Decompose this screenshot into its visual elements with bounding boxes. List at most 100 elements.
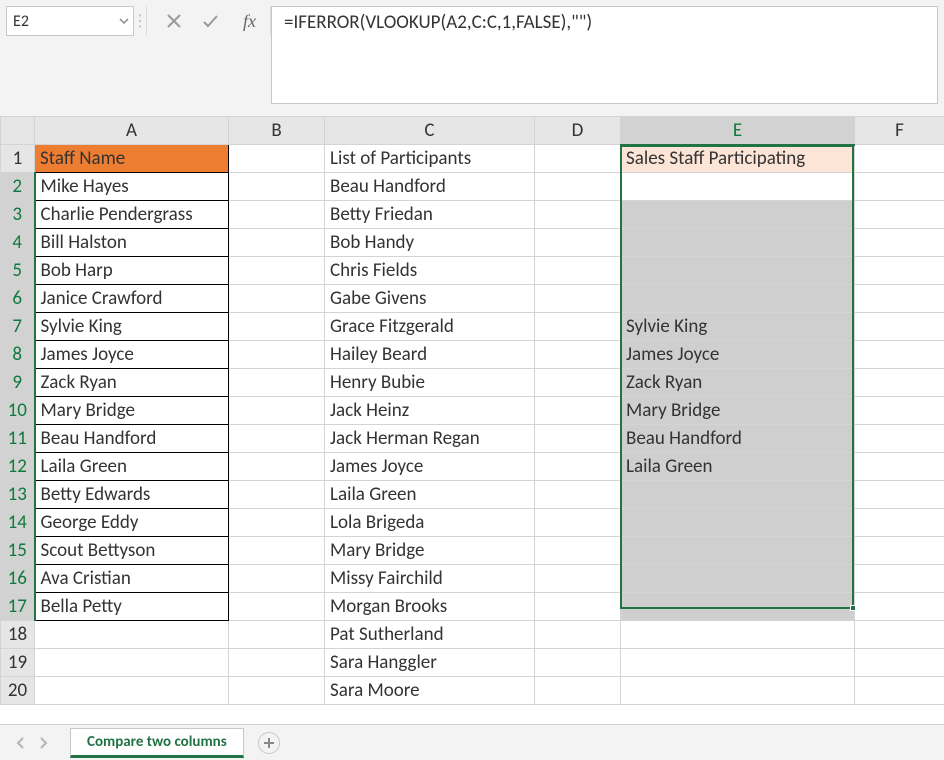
cell-E4[interactable] (621, 229, 855, 257)
cell-A12[interactable]: Laila Green (35, 453, 229, 481)
cell-B2[interactable] (229, 173, 325, 201)
cell[interactable] (229, 565, 325, 593)
row-header-11[interactable]: 11 (1, 425, 35, 453)
cell[interactable] (535, 425, 621, 453)
cell-E11[interactable]: Beau Handford (621, 425, 855, 453)
cell[interactable] (855, 369, 944, 397)
cancel-icon[interactable] (165, 12, 183, 30)
cell[interactable] (855, 565, 944, 593)
cell-E10[interactable]: Mary Bridge (621, 397, 855, 425)
cell-C9[interactable]: Henry Bubie (325, 369, 535, 397)
cell[interactable] (855, 649, 944, 677)
fill-handle[interactable] (850, 605, 856, 611)
cell-C16[interactable]: Missy Fairchild (325, 565, 535, 593)
cell-E16[interactable] (621, 565, 855, 593)
cell[interactable] (855, 677, 944, 705)
row-header-15[interactable]: 15 (1, 537, 35, 565)
row-header-6[interactable]: 6 (1, 285, 35, 313)
cell-E1[interactable]: Sales Staff Participating (621, 145, 855, 173)
cell[interactable] (35, 677, 229, 705)
cell-C12[interactable]: James Joyce (325, 453, 535, 481)
row-header-13[interactable]: 13 (1, 481, 35, 509)
cell[interactable] (535, 285, 621, 313)
cell[interactable] (229, 677, 325, 705)
sheet-nav-prev-icon[interactable] (14, 736, 28, 750)
cell-C3[interactable]: Betty Friedan (325, 201, 535, 229)
row-header-17[interactable]: 17 (1, 593, 35, 621)
cell[interactable] (621, 621, 855, 649)
cell-A4[interactable]: Bill Halston (35, 229, 229, 257)
cell[interactable] (535, 649, 621, 677)
cell[interactable] (535, 593, 621, 621)
cell[interactable] (229, 285, 325, 313)
cell[interactable] (535, 565, 621, 593)
cell[interactable] (535, 509, 621, 537)
spreadsheet-grid[interactable]: A B C D E F 1 Staff Name List of Partici… (0, 116, 944, 724)
cell[interactable] (535, 201, 621, 229)
cell[interactable] (621, 677, 855, 705)
cell[interactable] (855, 313, 944, 341)
col-header-E[interactable]: E (621, 117, 855, 145)
sheet-nav-next-icon[interactable] (36, 736, 50, 750)
cell[interactable] (229, 229, 325, 257)
cell-A2[interactable]: Mike Hayes (35, 173, 229, 201)
row-header-20[interactable]: 20 (1, 677, 35, 705)
cell[interactable] (229, 649, 325, 677)
cell-C20[interactable]: Sara Moore (325, 677, 535, 705)
cell-C14[interactable]: Lola Brigeda (325, 509, 535, 537)
cell-F2[interactable] (855, 173, 944, 201)
cell-E3[interactable] (621, 201, 855, 229)
sheet-tab-active[interactable]: Compare two columns (70, 728, 244, 758)
cell[interactable] (35, 621, 229, 649)
cell-E17[interactable] (621, 593, 855, 621)
row-header-1[interactable]: 1 (1, 145, 35, 173)
cell-A9[interactable]: Zack Ryan (35, 369, 229, 397)
cell-E5[interactable] (621, 257, 855, 285)
col-header-A[interactable]: A (35, 117, 229, 145)
formula-input[interactable]: =IFERROR(VLOOKUP(A2,C:C,1,FALSE),"") (271, 6, 938, 104)
cell-B1[interactable] (229, 145, 325, 173)
cell-E14[interactable] (621, 509, 855, 537)
cell[interactable] (229, 593, 325, 621)
cell[interactable] (535, 677, 621, 705)
cell-E12[interactable]: Laila Green (621, 453, 855, 481)
cell-A14[interactable]: George Eddy (35, 509, 229, 537)
cell-A13[interactable]: Betty Edwards (35, 481, 229, 509)
cell[interactable] (535, 537, 621, 565)
row-header-3[interactable]: 3 (1, 201, 35, 229)
row-header-4[interactable]: 4 (1, 229, 35, 257)
cell-A11[interactable]: Beau Handford (35, 425, 229, 453)
row-header-16[interactable]: 16 (1, 565, 35, 593)
cell[interactable] (855, 285, 944, 313)
cell[interactable] (229, 369, 325, 397)
cell-A16[interactable]: Ava Cristian (35, 565, 229, 593)
cell[interactable] (535, 453, 621, 481)
cell-C4[interactable]: Bob Handy (325, 229, 535, 257)
cell-C18[interactable]: Pat Sutherland (325, 621, 535, 649)
row-header-5[interactable]: 5 (1, 257, 35, 285)
cell[interactable] (855, 453, 944, 481)
enter-icon[interactable] (201, 12, 219, 30)
cell-E2[interactable] (621, 173, 855, 201)
cell-A1[interactable]: Staff Name (35, 145, 229, 173)
cell[interactable] (855, 537, 944, 565)
cell[interactable] (855, 229, 944, 257)
cell[interactable] (535, 369, 621, 397)
cell[interactable] (535, 313, 621, 341)
cell-A3[interactable]: Charlie Pendergrass (35, 201, 229, 229)
cell-E13[interactable] (621, 481, 855, 509)
cell[interactable] (229, 257, 325, 285)
col-header-C[interactable]: C (325, 117, 535, 145)
cell[interactable] (535, 229, 621, 257)
row-header-19[interactable]: 19 (1, 649, 35, 677)
row-header-2[interactable]: 2 (1, 173, 35, 201)
cell[interactable] (855, 257, 944, 285)
cell[interactable] (35, 649, 229, 677)
cell[interactable] (855, 201, 944, 229)
cell-A6[interactable]: Janice Crawford (35, 285, 229, 313)
cell[interactable] (229, 425, 325, 453)
cell-A15[interactable]: Scout Bettyson (35, 537, 229, 565)
row-header-7[interactable]: 7 (1, 313, 35, 341)
row-header-14[interactable]: 14 (1, 509, 35, 537)
cell[interactable] (229, 453, 325, 481)
